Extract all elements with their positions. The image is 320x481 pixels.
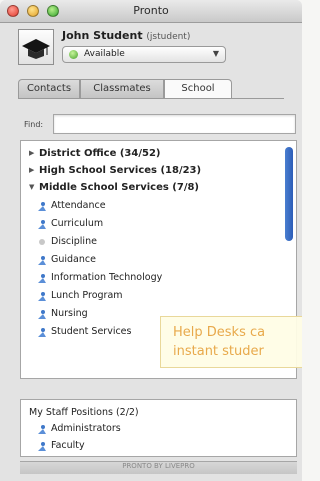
item-label: Lunch Program [51,290,123,301]
person-icon [38,292,46,301]
status-dropdown[interactable]: Available ▼ [62,46,226,63]
callout-line-2: instant studer [173,344,264,359]
group-label: Middle School Services (7/8) [39,182,199,193]
item-label: Information Technology [51,272,163,283]
user-profile: John Student (jstudent) Available ▼ [18,29,284,69]
list-item-administrators[interactable]: Administrators [21,420,261,437]
list-item-curriculum[interactable]: Curriculum [21,215,261,232]
group-high-school-services[interactable]: ▶ High School Services (18/23) [21,162,281,179]
tab-classmates[interactable]: Classmates [80,79,164,98]
item-label: Discipline [51,236,97,247]
item-label: Faculty [51,440,85,451]
pronto-window: Pronto John Student (jstudent) Available… [0,0,302,481]
item-label: Attendance [51,200,106,211]
person-icon [38,202,46,211]
user-handle: (jstudent) [146,32,191,42]
callout-line-1: Help Desks ca [173,325,266,340]
user-name: John Student (jstudent) [62,29,190,42]
tab-divider [18,98,284,99]
list-scrollbar[interactable] [285,147,293,241]
graduation-cap-icon[interactable] [18,29,54,65]
find-input[interactable] [53,114,296,134]
title-bar[interactable]: Pronto [0,0,302,23]
tab-school[interactable]: School [164,79,232,99]
group-district-office[interactable]: ▶ District Office (34/52) [21,145,281,162]
group-label: District Office (34/52) [39,148,161,159]
user-display-name: John Student [62,29,143,42]
list-item-attendance[interactable]: Attendance [21,197,261,214]
list-item-information-technology[interactable]: Information Technology [21,269,261,286]
group-label: High School Services (18/23) [39,165,202,176]
staff-positions-header[interactable]: My Staff Positions (2/2) [29,404,269,421]
item-label: Curriculum [51,218,104,229]
status-footer: PRONTO BY LIVEPRO [20,461,297,474]
group-middle-school-services[interactable]: ▼ Middle School Services (7/8) [21,179,281,196]
tab-contacts[interactable]: Contacts [18,79,80,98]
offline-dot-icon [39,239,45,245]
person-icon [38,256,46,265]
footer-text: PRONTO BY LIVEPRO [122,462,195,470]
window-title: Pronto [133,4,169,17]
person-icon [38,328,46,337]
person-icon [38,274,46,283]
help-desk-callout: Help Desks ca instant studer [160,316,302,368]
list-item-discipline[interactable]: Discipline [21,233,261,250]
disclosure-collapsed-icon[interactable]: ▶ [29,145,37,162]
person-icon [38,442,46,451]
item-label: Student Services [51,326,132,337]
list-item-guidance[interactable]: Guidance [21,251,261,268]
disclosure-collapsed-icon[interactable]: ▶ [29,162,37,179]
chevron-down-icon: ▼ [212,49,219,58]
list-item-lunch-program[interactable]: Lunch Program [21,287,261,304]
status-label: Available [84,49,125,59]
disclosure-expanded-icon[interactable]: ▼ [29,179,37,196]
available-status-icon [69,50,78,59]
staff-positions-panel[interactable]: My Staff Positions (2/2) Administrators … [20,399,297,457]
list-item-faculty[interactable]: Faculty [21,437,261,454]
tab-bar: Contacts Classmates School [18,79,284,99]
item-label: Guidance [51,254,96,265]
item-label: Administrators [51,423,121,434]
item-label: Nursing [51,308,88,319]
find-label: Find: [24,120,44,129]
person-icon [38,220,46,229]
person-icon [38,310,46,319]
person-icon [38,425,46,434]
